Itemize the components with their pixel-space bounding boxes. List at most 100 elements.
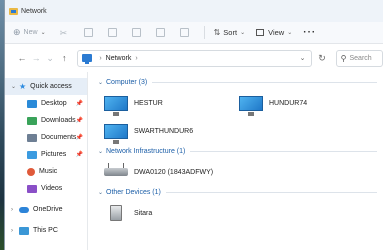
this-pc-icon bbox=[19, 226, 29, 235]
pin-icon: 📌 bbox=[75, 118, 83, 124]
media-device-icon bbox=[110, 205, 122, 221]
documents-folder-icon bbox=[27, 133, 37, 142]
videos-folder-icon bbox=[27, 184, 37, 193]
title-bar[interactable]: Network bbox=[5, 0, 383, 22]
network-icon bbox=[82, 54, 93, 64]
sidebar-item-onedrive[interactable]: › OneDrive bbox=[5, 201, 87, 218]
sidebar-item-downloads[interactable]: Downloads 📌 bbox=[5, 112, 87, 129]
pin-icon: 📌 bbox=[75, 152, 83, 158]
explorer-window: Network ⊕ New ⌄ ✂ ⇅ Sort ⌄ View ⌄ ··· ← … bbox=[4, 0, 383, 250]
view-label: View bbox=[268, 28, 285, 37]
back-arrow-icon[interactable]: ← bbox=[15, 53, 29, 63]
sidebar-item-quick-access[interactable]: ⌄ ★ Quick access bbox=[5, 78, 87, 95]
group-title: Computer (3) bbox=[106, 79, 148, 86]
cut-icon[interactable]: ✂ bbox=[60, 28, 69, 38]
pin-icon: 📌 bbox=[75, 135, 83, 141]
group-header-network-infrastructure[interactable]: ⌄ Network Infrastructure (1) bbox=[98, 145, 383, 158]
chevron-down-icon[interactable]: ⌄ bbox=[98, 148, 106, 155]
breadcrumb-network[interactable]: Network bbox=[106, 55, 132, 62]
group-title: Other Devices (1) bbox=[106, 189, 161, 196]
sidebar-item-label: Pictures bbox=[41, 151, 67, 158]
breadcrumb-chevron-icon[interactable]: › bbox=[99, 55, 101, 62]
refresh-icon[interactable]: ↻ bbox=[316, 53, 329, 64]
network-computer-item[interactable]: HUNDUR74 bbox=[233, 89, 368, 117]
toolbar-divider bbox=[203, 26, 205, 39]
sidebar-item-documents[interactable]: Documents 📌 bbox=[5, 129, 87, 146]
address-bar[interactable]: › Network › ⌄ bbox=[77, 49, 312, 67]
downloads-folder-icon bbox=[27, 116, 37, 125]
new-button[interactable]: ⊕ New ⌄ bbox=[13, 27, 46, 38]
sidebar-item-label: Downloads bbox=[41, 117, 76, 124]
sidebar-item-pictures[interactable]: Pictures 📌 bbox=[5, 146, 87, 163]
pictures-folder-icon bbox=[27, 150, 37, 159]
sidebar-item-this-pc[interactable]: › This PC bbox=[5, 222, 87, 239]
chevron-down-icon: ⌄ bbox=[40, 30, 46, 36]
router-icon bbox=[104, 163, 128, 176]
paste-icon[interactable] bbox=[107, 28, 117, 37]
item-label: DWA0120 (1843ADFWY) bbox=[134, 168, 214, 176]
network-computer-item[interactable]: SWARTHUNDUR6 bbox=[98, 117, 233, 145]
network-computer-item[interactable]: HESTUR bbox=[98, 89, 233, 117]
share-icon[interactable] bbox=[155, 28, 165, 37]
view-icon bbox=[256, 29, 265, 36]
plus-icon: ⊕ bbox=[13, 27, 21, 37]
computer-icon bbox=[104, 123, 128, 144]
item-label: Sitara bbox=[134, 209, 153, 217]
copy-icon[interactable] bbox=[83, 28, 93, 37]
sidebar-item-label: Music bbox=[39, 168, 58, 175]
network-folder-icon bbox=[9, 7, 18, 15]
chevron-right-icon[interactable]: › bbox=[11, 228, 19, 234]
sidebar-item-label: Desktop bbox=[41, 100, 67, 107]
chevron-right-icon[interactable]: › bbox=[11, 207, 19, 213]
item-label: SWARTHUNDUR6 bbox=[134, 127, 194, 135]
window-title: Network bbox=[21, 7, 47, 15]
chevron-down-icon[interactable]: ⌄ bbox=[98, 189, 106, 196]
sidebar-item-label: This PC bbox=[33, 227, 58, 234]
network-infrastructure-item[interactable]: DWA0120 (1843ADFWY) bbox=[98, 158, 298, 186]
search-input[interactable]: ⚲ Search bbox=[335, 49, 383, 67]
view-button[interactable]: View ⌄ bbox=[256, 28, 292, 37]
sort-button[interactable]: ⇅ Sort ⌄ bbox=[214, 28, 246, 37]
new-label: New bbox=[23, 29, 38, 36]
sidebar-item-label: Videos bbox=[41, 185, 63, 192]
up-arrow-icon[interactable]: ↑ bbox=[57, 53, 71, 63]
sidebar-item-videos[interactable]: Videos bbox=[5, 180, 87, 197]
sidebar-item-label: Documents bbox=[41, 134, 77, 141]
forward-arrow-icon[interactable]: → bbox=[29, 53, 43, 63]
chevron-down-icon: ⌄ bbox=[287, 30, 293, 36]
pin-icon: 📌 bbox=[75, 101, 83, 107]
computer-icon bbox=[104, 95, 128, 116]
sort-icon: ⇅ bbox=[213, 28, 221, 37]
other-device-item[interactable]: Sitara bbox=[98, 199, 233, 227]
group-divider bbox=[190, 151, 377, 152]
chevron-down-icon: ⌄ bbox=[240, 30, 246, 36]
group-divider bbox=[165, 192, 377, 193]
navigation-bar: ← → ⌄ ↑ › Network › ⌄ ↻ ⚲ Search bbox=[5, 44, 383, 72]
sort-label: Sort bbox=[223, 28, 238, 37]
delete-icon[interactable] bbox=[179, 28, 189, 37]
star-icon: ★ bbox=[19, 82, 27, 91]
search-icon: ⚲ bbox=[340, 53, 347, 63]
group-header-other-devices[interactable]: ⌄ Other Devices (1) bbox=[98, 186, 383, 199]
chevron-down-icon[interactable]: ⌄ bbox=[11, 83, 19, 90]
breadcrumb-chevron-icon[interactable]: › bbox=[135, 55, 137, 62]
search-placeholder: Search bbox=[349, 54, 372, 62]
group-header-computer[interactable]: ⌄ Computer (3) bbox=[98, 76, 383, 89]
file-list: ⌄ Computer (3) HESTUR HUNDUR74 SWARTHUND… bbox=[88, 72, 383, 250]
rename-icon[interactable] bbox=[131, 28, 141, 37]
chevron-down-icon[interactable]: ⌄ bbox=[98, 79, 106, 86]
sidebar-item-label: Quick access bbox=[30, 83, 72, 90]
sidebar-item-desktop[interactable]: Desktop 📌 bbox=[5, 95, 87, 112]
sidebar-item-music[interactable]: Music bbox=[5, 163, 87, 180]
music-folder-icon bbox=[27, 167, 35, 176]
sidebar-item-label: OneDrive bbox=[33, 206, 63, 213]
recent-locations-chevron-icon[interactable]: ⌄ bbox=[43, 53, 57, 64]
item-label: HUNDUR74 bbox=[269, 99, 308, 107]
desktop-folder-icon bbox=[27, 99, 37, 108]
address-dropdown-icon[interactable]: ⌄ bbox=[300, 54, 306, 62]
more-options-button[interactable]: ··· bbox=[303, 27, 316, 38]
item-label: HESTUR bbox=[134, 99, 163, 107]
computer-icon bbox=[239, 95, 263, 116]
navigation-pane: ⌄ ★ Quick access Desktop 📌 Downloads 📌 D… bbox=[5, 72, 88, 250]
onedrive-cloud-icon bbox=[19, 206, 29, 213]
